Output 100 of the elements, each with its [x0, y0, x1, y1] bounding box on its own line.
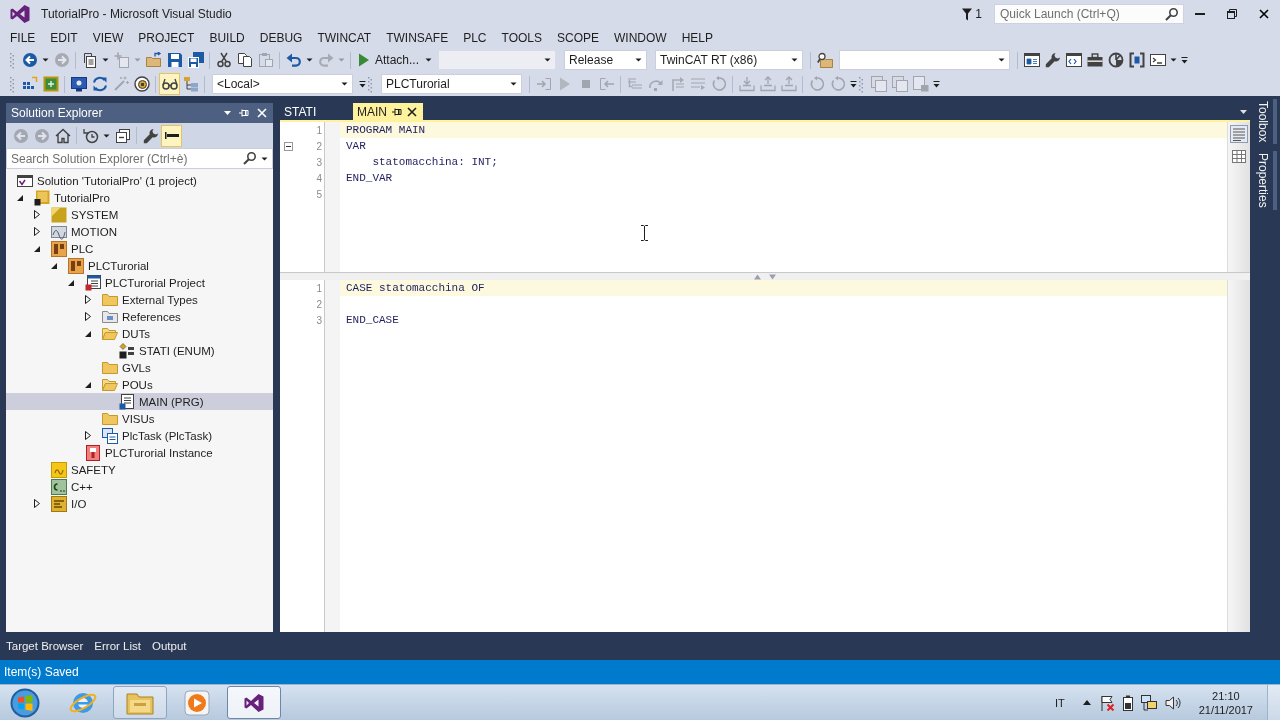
up-arrow-icon[interactable]	[1082, 700, 1091, 705]
language-indicator[interactable]: IT	[1054, 696, 1065, 709]
pin-icon[interactable]	[392, 107, 402, 116]
tree-item[interactable]: SAFETY	[71, 463, 116, 476]
tree-item[interactable]: TutorialPro	[54, 191, 110, 204]
glasses-button[interactable]	[159, 73, 180, 95]
preview-button[interactable]	[161, 124, 182, 147]
quick-launch-field[interactable]: Quick Launch (Ctrl+Q)	[994, 4, 1184, 24]
expand-arrow-icon[interactable]	[34, 227, 40, 236]
text-view-button[interactable]	[1230, 125, 1248, 143]
menu-item[interactable]: TOOLS	[493, 31, 549, 45]
caret-icon	[306, 58, 313, 62]
bottom-tab[interactable]: Target Browser	[6, 640, 84, 652]
collapse-arrow-icon[interactable]	[68, 279, 74, 286]
combo-box[interactable]: PLCTurorial	[381, 74, 522, 94]
minimize-icon	[1195, 13, 1205, 15]
tree-item[interactable]: MOTION	[71, 225, 117, 238]
save-all-button[interactable]	[185, 49, 206, 71]
table-view-button[interactable]	[1230, 147, 1248, 165]
play-icon	[558, 77, 571, 91]
selected-row[interactable]: MAIN (PRG)	[6, 393, 273, 410]
tree-item[interactable]: C++	[71, 480, 93, 493]
tree-item[interactable]: I/O	[71, 497, 87, 510]
expand-arrow-icon[interactable]	[85, 431, 91, 440]
code-line: END_CASE	[346, 314, 399, 326]
expand-arrow-icon[interactable]	[85, 295, 91, 304]
caret-icon	[425, 58, 433, 62]
menu-item[interactable]: EDIT	[42, 31, 85, 45]
expand-arrow-icon[interactable]	[34, 210, 40, 219]
search-field[interactable]: Search Solution Explorer (Ctrl+è)	[6, 148, 273, 169]
line-number: 3	[316, 156, 322, 168]
bottom-tab[interactable]: Output	[152, 640, 187, 652]
tree-item[interactable]: STATI (ENUM)	[139, 344, 215, 357]
menu-item[interactable]: WINDOW	[606, 31, 674, 45]
menu-item[interactable]: SCOPE	[549, 31, 606, 45]
editor-tab[interactable]: MAIN	[353, 103, 423, 120]
battery-icon[interactable]	[1122, 694, 1133, 711]
grip-icon[interactable]	[10, 51, 14, 69]
menu-item[interactable]: HELP	[673, 31, 720, 45]
tree-item[interactable]: External Types	[122, 293, 198, 306]
expand-arrow-icon[interactable]	[34, 499, 40, 508]
combo-box[interactable]: <Local>	[212, 74, 353, 94]
tree-item[interactable]: PLCTurorial	[88, 259, 149, 272]
line-number: 4	[316, 172, 322, 184]
status-message: Item(s) Saved	[4, 665, 79, 679]
tree-item[interactable]: PLCTurorial Project	[105, 276, 205, 289]
tree-item[interactable]: PLC	[71, 242, 94, 255]
start-button[interactable]: Attach...	[354, 49, 424, 71]
collapse-arrow-icon[interactable]	[85, 330, 91, 337]
tree-item[interactable]: SYSTEM	[71, 208, 119, 221]
tree-item[interactable]: VISUs	[122, 412, 155, 425]
line-number: 2	[316, 140, 322, 152]
grip-icon[interactable]	[10, 75, 14, 93]
run-to-cursor-icon	[689, 76, 706, 92]
menu-item[interactable]: VIEW	[84, 31, 131, 45]
menu-item[interactable]: PLC	[455, 31, 494, 45]
collapse-arrow-icon[interactable]	[51, 262, 57, 269]
combo-box[interactable]: TwinCAT RT (x86)	[655, 50, 804, 70]
taskbar-button[interactable]	[227, 686, 281, 719]
tree-item[interactable]: Solution 'TutorialPro' (1 project)	[37, 174, 197, 187]
speaker-icon[interactable]	[1164, 694, 1181, 711]
collapse-arrow-icon[interactable]	[34, 245, 40, 252]
collapse-arrow-icon[interactable]	[85, 381, 91, 388]
clock-date[interactable]: 21/11/2017	[1198, 702, 1253, 717]
tree-item[interactable]: GVLs	[122, 361, 151, 374]
target-button[interactable]	[131, 73, 152, 95]
tree-item[interactable]: References	[122, 310, 181, 323]
menu-item[interactable]: FILE	[2, 31, 43, 45]
tree-item[interactable]: DUTs	[122, 327, 151, 340]
tree-item[interactable]: PLCTurorial Instance	[105, 446, 213, 459]
menu-item[interactable]: PROJECT	[130, 31, 202, 45]
menu-item[interactable]: TWINCAT	[309, 31, 379, 45]
collapse-box-icon[interactable]	[284, 141, 293, 151]
funnel-icon[interactable]	[962, 7, 973, 21]
code-editor[interactable]: 1 2 3 4 5 PROGRAM MAIN VAR statomacchina: INT; END_VAR 1 2 3 CASE statomacchina OF END_CASE	[280, 120, 1250, 632]
close-icon[interactable]	[407, 106, 417, 117]
side-tab[interactable]: Properties	[1256, 151, 1277, 211]
expand-arrow-icon[interactable]	[85, 312, 91, 321]
editor-tab[interactable]: STATI	[280, 103, 346, 120]
grip-icon[interactable]	[859, 75, 863, 93]
side-tab[interactable]: Toolbox	[1256, 99, 1277, 145]
grip-icon[interactable]	[368, 75, 372, 93]
menu-item[interactable]: TWINSAFE	[378, 31, 456, 45]
menu-item[interactable]: DEBUG	[251, 31, 310, 45]
combo-box[interactable]: Release	[564, 50, 648, 70]
collapse-arrow-icon[interactable]	[17, 194, 23, 201]
caret-icon[interactable]	[224, 111, 231, 115]
clock-time[interactable]: 21:10	[1212, 688, 1240, 703]
network-icon[interactable]	[1140, 694, 1157, 711]
code-tile-icon	[51, 478, 67, 495]
menu-item[interactable]: BUILD	[201, 31, 252, 45]
tree-item[interactable]: MAIN (PRG)	[139, 395, 204, 408]
tree-item[interactable]: PlcTask (PlcTask)	[122, 429, 213, 442]
tile-icon	[51, 206, 67, 223]
start-button[interactable]	[9, 686, 41, 719]
caret-icon[interactable]	[1240, 109, 1247, 114]
notification-count[interactable]: 1	[975, 7, 982, 21]
tree-item[interactable]: POUs	[122, 378, 153, 391]
flag-icon[interactable]	[1098, 694, 1115, 711]
bottom-tab[interactable]: Error List	[94, 640, 141, 652]
